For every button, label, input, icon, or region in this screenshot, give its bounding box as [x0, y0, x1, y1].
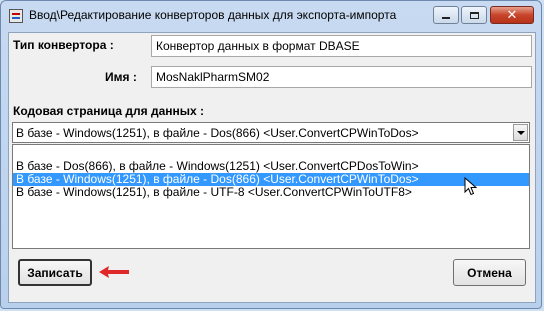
title-bar[interactable]: Ввод\Редактирование конверторов данных д… — [1, 1, 541, 31]
codepage-selected-value: В базе - Windows(1251), в файле - Dos(86… — [16, 126, 419, 140]
converter-type-label: Тип конвертора : — [13, 38, 114, 52]
maximize-icon — [469, 11, 479, 19]
codepage-dropdown-list: В базе - Dos(866), в файле - Windows(125… — [12, 144, 530, 249]
dialog-window: Ввод\Редактирование конверторов данных д… — [0, 0, 542, 309]
codepage-label: Кодовая страница для данных : — [13, 104, 204, 118]
name-label: Имя : — [105, 70, 137, 84]
minimize-icon — [442, 16, 450, 19]
codepage-combobox[interactable]: В базе - Windows(1251), в файле - Dos(86… — [12, 122, 530, 143]
app-icon — [9, 9, 23, 23]
mouse-cursor-icon — [464, 177, 478, 196]
save-button[interactable]: Записать — [18, 259, 92, 286]
codepage-option[interactable]: В базе - Windows(1251), в файле - UTF-8 … — [13, 186, 529, 199]
converter-type-field[interactable]: Конвертор данных в формат DBASE — [151, 35, 532, 57]
window-title: Ввод\Редактирование конверторов данных д… — [29, 8, 397, 22]
close-button[interactable]: ✕ — [490, 6, 534, 24]
dropdown-arrow-icon[interactable] — [513, 124, 528, 141]
name-field[interactable]: MosNaklPharmSM02 — [151, 66, 532, 88]
maximize-button[interactable] — [461, 6, 487, 24]
annotation-arrow-icon — [99, 266, 129, 278]
cancel-button[interactable]: Отмена — [453, 259, 526, 286]
minimize-button[interactable] — [433, 6, 459, 24]
close-icon: ✕ — [506, 7, 518, 23]
dialog-body: Тип конвертора : Конвертор данных в форм… — [8, 32, 536, 303]
